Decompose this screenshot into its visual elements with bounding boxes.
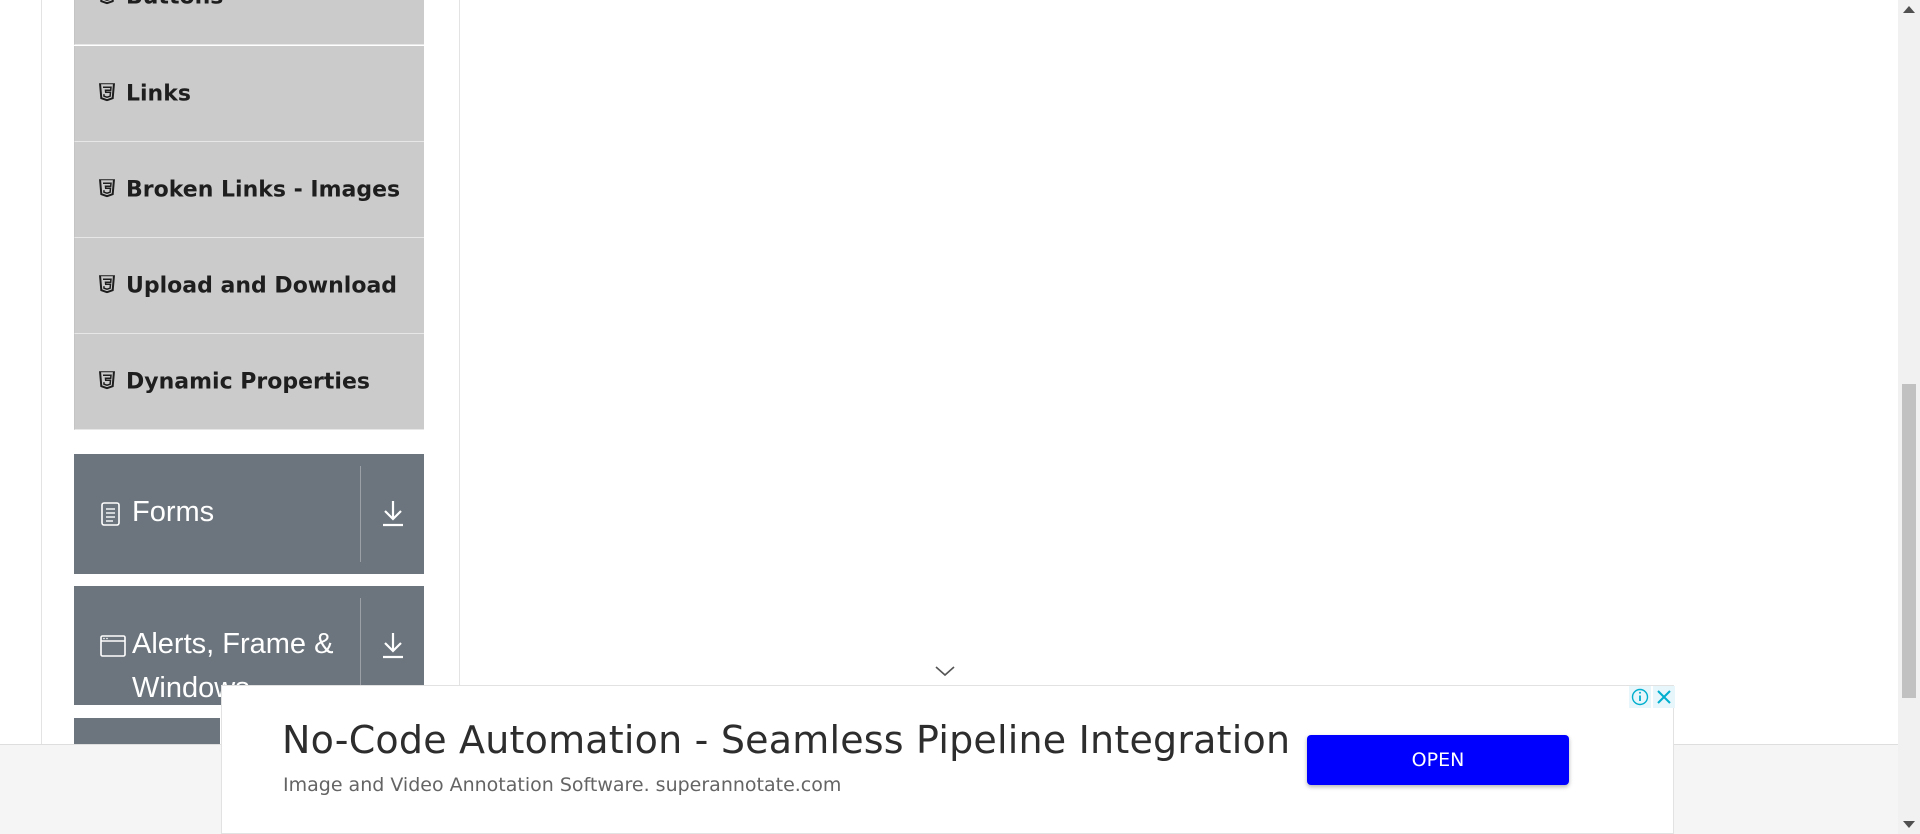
sidebar-item-upload-download[interactable]: Upload and Download — [74, 238, 424, 334]
sidebar-item-label: Dynamic Properties — [126, 369, 370, 394]
info-icon — [1631, 688, 1649, 706]
ad-close-button[interactable] — [1653, 686, 1675, 708]
sidebar-item-buttons[interactable]: Buttons — [74, 0, 424, 45]
html5-icon — [100, 0, 114, 5]
sidebar-item-broken-links[interactable]: Broken Links - Images — [74, 142, 424, 238]
divider — [360, 466, 361, 562]
html5-icon — [99, 370, 115, 389]
download-arrow-icon[interactable] — [380, 498, 406, 528]
page: Buttons Links Broken Links - Images Uplo… — [0, 0, 1920, 834]
sidebar-item-label: Upload and Download — [126, 273, 398, 298]
sidebar-group-forms[interactable]: Forms — [74, 454, 424, 574]
ad-open-button[interactable]: OPEN — [1307, 735, 1569, 785]
close-icon — [1657, 690, 1671, 704]
sidebar-item-dynamic-properties[interactable]: Dynamic Properties — [74, 334, 424, 430]
download-arrow-icon[interactable] — [380, 630, 406, 660]
scroll-down-arrow-icon[interactable] — [1903, 821, 1915, 828]
ad-title[interactable]: No-Code Automation - Seamless Pipeline I… — [282, 718, 1290, 762]
document-icon — [101, 502, 120, 526]
html5-icon — [99, 274, 115, 293]
sidebar-item-label: Links — [126, 81, 191, 106]
scrollbar-thumb[interactable] — [1902, 384, 1916, 698]
scroll-up-arrow-icon[interactable] — [1903, 6, 1915, 13]
sidebar-item-label: Buttons — [126, 0, 223, 10]
group-label: Forms — [132, 496, 215, 528]
divider — [360, 598, 361, 694]
html5-icon — [99, 178, 115, 197]
chevron-down-icon[interactable] — [934, 664, 956, 678]
window-icon — [100, 635, 126, 657]
ad-subtitle[interactable]: Image and Video Annotation Software. sup… — [283, 774, 841, 796]
scrollbar[interactable] — [1898, 0, 1920, 834]
sidebar-item-links[interactable]: Links — [74, 46, 424, 142]
ad-banner[interactable]: No-Code Automation - Seamless Pipeline I… — [221, 685, 1675, 834]
ad-info-button[interactable] — [1629, 686, 1651, 708]
sidebar-item-label: Broken Links - Images — [126, 177, 401, 202]
html5-icon — [99, 82, 115, 101]
